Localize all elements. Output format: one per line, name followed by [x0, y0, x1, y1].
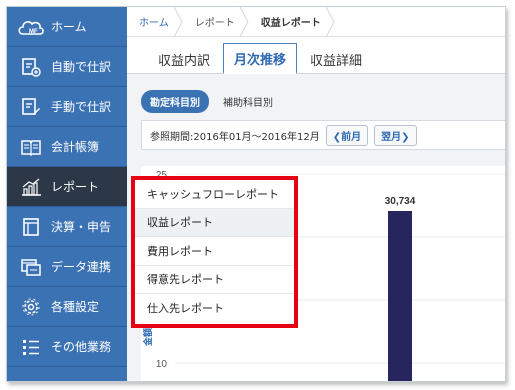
breadcrumb-label: 収益レポート — [260, 18, 321, 29]
manual-journal-icon — [17, 96, 45, 118]
prev-month-button[interactable]: ❮前月 — [325, 124, 369, 146]
gear-icon — [17, 296, 45, 318]
sidebar-item-settlement[interactable]: 決算・申告 — [7, 207, 127, 247]
breadcrumb-label: レポート — [194, 18, 235, 29]
sidebar-item-reports[interactable]: レポート — [7, 167, 127, 207]
menu-item-revenue-report[interactable]: 収益レポート — [135, 208, 294, 237]
sidebar-item-auto-journal[interactable]: 自動で仕訳 — [7, 47, 127, 87]
list-icon — [17, 336, 45, 358]
sidebar: MF ホーム 自動で仕訳 手動で仕訳 会計帳簿 レポート 決算・申告 データ連携… — [7, 7, 127, 381]
cloud-logo-icon: MF — [17, 16, 45, 38]
breadcrumb-chevron-icon — [325, 7, 335, 37]
app-window: MF ホーム 自動で仕訳 手動で仕訳 会計帳簿 レポート 決算・申告 データ連携… — [6, 6, 506, 382]
sidebar-item-settings[interactable]: 各種設定 — [7, 287, 127, 327]
sidebar-item-label: その他業務 — [51, 340, 112, 354]
sidebar-item-home[interactable]: MF ホーム — [7, 7, 127, 47]
tab-monthly-trend[interactable]: 月次推移 — [223, 43, 297, 75]
y-axis-label: 金額 — [142, 328, 154, 347]
y-tick-label: 10 — [156, 359, 168, 370]
svg-text:MF: MF — [29, 29, 38, 35]
tab-revenue-detail[interactable]: 収益詳細 — [301, 45, 371, 74]
ledger-book-icon — [17, 136, 45, 158]
sidebar-item-manual-journal[interactable]: 手動で仕訳 — [7, 87, 127, 127]
sidebar-item-label: 会計帳簿 — [51, 140, 100, 154]
breadcrumb-current: 収益レポート — [249, 7, 335, 37]
auto-journal-icon — [17, 56, 45, 78]
subtab-group: 勘定科目別 補助科目別 — [141, 90, 273, 113]
sidebar-item-other[interactable]: その他業務 — [7, 327, 127, 367]
period-bar: 参照期間:2016年01月～2016年12月 ❮前月 翌月❯ — [141, 120, 505, 150]
menu-item-customer-report[interactable]: 得意先レポート — [135, 266, 294, 294]
bar-data-label: 30,734 — [385, 196, 416, 207]
sidebar-item-label: 決算・申告 — [51, 220, 112, 234]
bar-chart-icon — [17, 176, 45, 198]
next-month-button[interactable]: 翌月❯ — [374, 124, 417, 146]
sidebar-item-label: ホーム — [51, 20, 87, 34]
period-label: 参照期間:2016年01月～2016年12月 — [150, 131, 320, 143]
breadcrumb-reports[interactable]: レポート — [183, 7, 249, 37]
sidebar-item-label: 各種設定 — [51, 300, 100, 314]
reports-dropdown-menu: キャッシュフローレポート 収益レポート 費用レポート 得意先レポート 仕入先レポ… — [131, 176, 298, 328]
report-tabs: 収益内訳 月次推移 収益詳細 — [127, 37, 505, 75]
prev-month-label: 前月 — [341, 131, 362, 143]
sidebar-item-label: レポート — [51, 180, 100, 194]
data-link-icon — [17, 256, 45, 278]
breadcrumb: ホーム レポート 収益レポート — [127, 7, 505, 37]
breadcrumb-home[interactable]: ホーム — [127, 7, 183, 37]
menu-item-expense-report[interactable]: 費用レポート — [135, 237, 294, 266]
tab-revenue-breakdown[interactable]: 収益内訳 — [149, 45, 219, 74]
sidebar-item-ledger[interactable]: 会計帳簿 — [7, 127, 127, 167]
menu-item-supplier-report[interactable]: 仕入先レポート — [135, 294, 294, 323]
breadcrumb-label: ホーム — [139, 18, 169, 29]
breadcrumb-chevron-icon — [173, 7, 183, 37]
sidebar-item-data-link[interactable]: データ連携 — [7, 247, 127, 287]
menu-item-cashflow-report[interactable]: キャッシュフローレポート — [135, 180, 294, 209]
sidebar-item-label: 手動で仕訳 — [51, 100, 112, 114]
document-icon — [17, 216, 45, 238]
sidebar-item-label: データ連携 — [51, 260, 112, 274]
sidebar-item-label: 自動で仕訳 — [51, 60, 112, 74]
breadcrumb-chevron-icon — [239, 7, 249, 37]
subtab-by-account[interactable]: 勘定科目別 — [141, 90, 209, 113]
subtab-by-sub-account[interactable]: 補助科目別 — [223, 94, 273, 109]
chevron-left-icon: ❮ — [332, 131, 342, 143]
next-month-label: 翌月 — [381, 131, 402, 143]
chevron-right-icon: ❯ — [401, 131, 410, 143]
chart-bar[interactable] — [388, 211, 412, 382]
